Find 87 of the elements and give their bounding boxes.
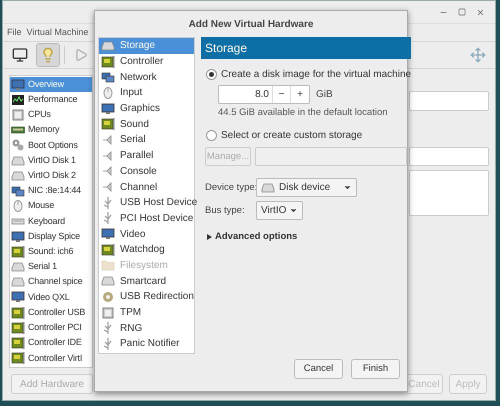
move-icon[interactable] — [470, 47, 486, 63]
hardware-list-item[interactable]: Memory — [10, 122, 92, 138]
mouse-icon — [11, 199, 25, 214]
hardware-list-item[interactable]: Mouse — [10, 198, 92, 214]
device-type-item[interactable]: Parallel — [99, 148, 194, 164]
unit-label: GiB — [316, 88, 333, 102]
device-type-item[interactable]: Panic Notifier — [99, 336, 194, 352]
hardware-list-item[interactable]: VirtIO Disk 2 — [10, 168, 92, 184]
card-icon — [11, 351, 25, 366]
hardware-list-item[interactable]: NIC :8e:14:44 — [10, 183, 92, 199]
dialog-button[interactable]: Cancel — [294, 359, 343, 379]
device-type-item[interactable]: USB Redirection — [99, 289, 194, 305]
network-icon — [101, 70, 115, 84]
menu-item[interactable]: Virtual Machine — [26, 26, 88, 40]
card-icon — [11, 244, 25, 259]
device-type-item[interactable]: Network — [99, 69, 194, 86]
size-spinner[interactable]: 8.0 − + — [218, 85, 310, 104]
available-space-text: 44.5 GiB available in the default location — [217, 106, 389, 120]
chip-icon — [101, 306, 115, 320]
section-header: Storage — [201, 37, 412, 59]
hardware-list-item[interactable]: Sound: ich6 — [10, 244, 92, 260]
device-type-item[interactable]: Sound — [99, 116, 194, 132]
dialog-title: Add New Virtual Hardware — [188, 18, 314, 32]
device-type-item[interactable]: RNG — [99, 320, 194, 336]
device-type-item[interactable]: Video — [99, 226, 194, 242]
device-type-item[interactable]: Controller — [99, 54, 194, 70]
device-type-item[interactable]: Graphics — [99, 100, 194, 116]
card-icon — [101, 242, 115, 257]
field-label: Bus type: — [205, 204, 246, 218]
monitor-icon — [11, 78, 25, 92]
hardware-list-item[interactable]: CPUs — [10, 107, 92, 123]
monitor-icon — [101, 227, 115, 242]
folder-icon — [101, 258, 115, 272]
device-type-item[interactable]: PCI Host Device — [99, 210, 194, 226]
close-icon[interactable] — [476, 8, 485, 16]
monitor-icon — [11, 290, 25, 304]
advanced-options-expander[interactable]: Advanced options — [201, 230, 412, 244]
monitor-icon — [12, 47, 28, 63]
monitor-icon — [11, 230, 25, 244]
hardware-list-item[interactable]: Keyboard — [10, 214, 92, 230]
option-label: Select or create custom storage — [221, 129, 362, 144]
card-icon — [11, 306, 25, 320]
increment-button[interactable]: + — [291, 86, 309, 103]
text-field[interactable] — [409, 91, 489, 111]
hardware-list-item[interactable]: Controller IDE — [10, 335, 92, 351]
hardware-list-item[interactable]: Video QXL — [10, 290, 92, 306]
device-type-item[interactable]: Input — [99, 85, 194, 101]
hardware-list-item[interactable]: Serial 1 — [10, 259, 92, 275]
text-field[interactable] — [409, 147, 489, 166]
hardware-list-item[interactable]: Performance — [10, 92, 92, 108]
hardware-list-item[interactable]: VirtIO Disk 1 — [10, 153, 92, 168]
mouse-icon — [101, 86, 115, 100]
radio-button[interactable] — [206, 69, 217, 80]
text-area[interactable] — [409, 170, 489, 216]
card-icon — [11, 336, 25, 350]
device-type-item[interactable]: TPM — [99, 304, 194, 320]
hardware-list-item[interactable]: Display Spice — [10, 229, 92, 244]
device-type-item[interactable]: Smartcard — [99, 273, 194, 289]
hardware-list-item[interactable]: Controller USB — [10, 305, 92, 320]
hardware-list-item[interactable]: Boot Options — [10, 138, 92, 154]
decrement-button[interactable]: − — [273, 86, 291, 103]
maximize-icon[interactable] — [458, 8, 466, 16]
drive-icon — [261, 180, 275, 195]
drive-icon — [101, 38, 115, 53]
hardware-list-item[interactable]: Channel spice — [10, 274, 92, 290]
storage-path-field[interactable] — [255, 147, 408, 166]
card-icon — [11, 320, 25, 335]
expander-arrow-icon — [207, 234, 212, 240]
chart-icon — [11, 92, 25, 107]
drive-icon — [101, 274, 115, 288]
device-type-item[interactable]: Console — [99, 164, 194, 180]
hardware-list-item[interactable]: Controller VirtI — [10, 350, 92, 366]
device-type-item[interactable]: Serial — [99, 132, 194, 148]
dialog-button[interactable]: Finish — [351, 359, 400, 379]
device-type-item[interactable]: Watchdog — [99, 242, 194, 258]
card-icon — [101, 54, 115, 69]
bus-type-dropdown[interactable]: VirtIO — [256, 201, 304, 220]
menu-item[interactable]: File — [7, 26, 22, 40]
monitor-icon — [101, 102, 115, 116]
network-icon — [11, 184, 25, 198]
device-type-dropdown[interactable]: Disk device — [256, 178, 357, 198]
card-icon — [101, 117, 115, 132]
play-icon — [74, 48, 88, 62]
hardware-list-item[interactable]: Controller PCI — [10, 320, 92, 336]
radio-button[interactable] — [206, 130, 217, 142]
option-label: Create a disk image for the virtual machine — [221, 68, 412, 82]
device-type-item[interactable]: Channel — [99, 179, 194, 195]
